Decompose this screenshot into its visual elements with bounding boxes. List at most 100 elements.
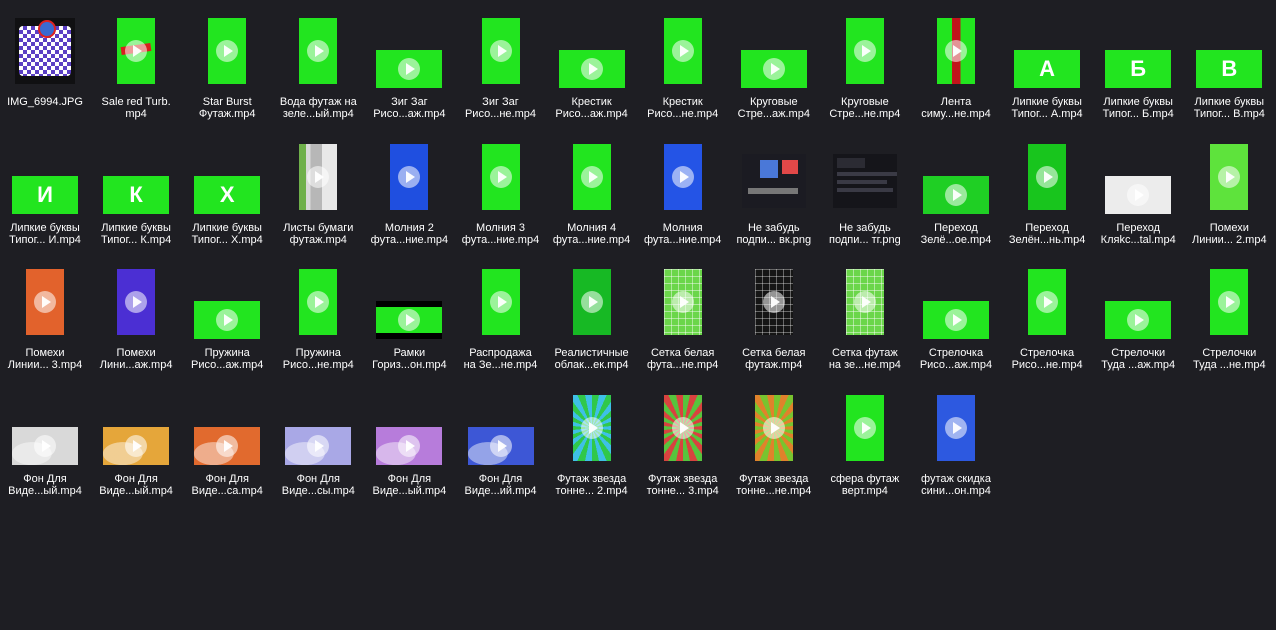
file-item[interactable]: Помехи Линии... 3.mp4 (2, 255, 88, 373)
file-name-line2: Туда ...аж.mp4 (1101, 359, 1176, 371)
file-name-line1: Стрелочки (1111, 347, 1166, 359)
play-icon (489, 40, 512, 62)
file-item[interactable]: Стрелочка Рисо...не.mp4 (1004, 255, 1090, 373)
play-icon (216, 40, 239, 62)
file-item[interactable]: В Липкие буквы Типог... В.mp4 (1186, 4, 1272, 122)
thumbnail-area (822, 144, 908, 218)
file-thumbnail (1028, 143, 1067, 210)
file-item[interactable]: Фон Для Виде...са.mp4 (184, 381, 270, 499)
file-name-line1: Пружина (295, 347, 341, 359)
thumbnail-area (2, 395, 88, 469)
file-item[interactable]: Фон Для Виде...сы.mp4 (275, 381, 361, 499)
file-item[interactable]: Переход Кляkc...tal.mp4 (1095, 130, 1181, 248)
file-name: Реалистичные облак...ек.mp4 (545, 347, 639, 371)
play-icon (307, 434, 330, 457)
file-item[interactable]: Зиг Заг Рисо...не.mp4 (458, 4, 544, 122)
file-item[interactable]: Зиг Заг Рисо...аж.mp4 (366, 4, 452, 122)
file-item[interactable]: футаж скидка сини...он.mp4 (913, 381, 999, 499)
play-icon (34, 291, 56, 313)
file-item[interactable]: Крестик Рисо...не.mp4 (640, 4, 726, 122)
file-thumbnail (754, 269, 793, 335)
file-name: Лента симу...не.mp4 (909, 96, 1003, 120)
file-item[interactable]: Не забудь подпи... вк.png (731, 130, 817, 248)
file-name-line1: Помехи (116, 347, 156, 359)
thumbnail-area (913, 394, 999, 469)
file-item[interactable]: Помехи Линии... 2.mp4 (1186, 130, 1272, 248)
file-thumbnail (1105, 301, 1172, 339)
file-thumbnail (923, 175, 989, 214)
file-name-line1: Фон Для (205, 472, 249, 485)
file-item[interactable]: Вода футаж на зеле...ый.mp4 (275, 4, 361, 122)
file-item[interactable]: Рамки Гориз...он.mp4 (366, 255, 452, 373)
file-item[interactable]: Стрелочки Туда ...аж.mp4 (1095, 255, 1181, 373)
file-item[interactable]: Круговые Стре...не.mp4 (822, 4, 908, 122)
file-item[interactable]: Крестик Рисо...аж.mp4 (549, 4, 635, 122)
file-item[interactable]: Лента симу...не.mp4 (913, 4, 999, 122)
file-item[interactable]: Футаж звезда тонне...не.mp4 (731, 381, 817, 499)
file-name-line2: Рисо...не.mp4 (647, 108, 719, 120)
thumbnail-area (184, 18, 270, 92)
play-icon (671, 291, 694, 313)
file-item[interactable]: Круговые Стре...аж.mp4 (731, 4, 817, 122)
file-item[interactable]: Переход Зелён...нь.mp4 (1004, 130, 1090, 248)
file-name: Переход Зелё...ое.mp4 (909, 222, 1003, 246)
file-item[interactable]: Реалистичные облак...ек.mp4 (549, 255, 635, 373)
play-icon (945, 416, 967, 439)
file-name: Молния фута...ние.mp4 (636, 222, 730, 246)
file-item[interactable]: Фон Для Виде...ый.mp4 (2, 381, 88, 499)
letter-glyph: А (1039, 56, 1056, 81)
file-item[interactable]: Х Липкие буквы Типог... Х.mp4 (184, 130, 270, 248)
file-item[interactable]: Молния фута...ние.mp4 (640, 130, 726, 248)
file-item[interactable]: Пружина Рисо...аж.mp4 (184, 255, 270, 373)
file-name-line2: Лини...аж.mp4 (99, 359, 173, 371)
file-item[interactable]: Распродажа на Зе...не.mp4 (458, 255, 544, 373)
file-name-line2: Виде...сы.mp4 (281, 484, 355, 497)
file-item[interactable]: Фон Для Виде...ый.mp4 (93, 381, 179, 499)
file-item[interactable]: сфера футаж верт.mp4 (822, 381, 908, 499)
file-item[interactable]: Б Липкие буквы Типог... Б.mp4 (1095, 4, 1181, 122)
play-icon (580, 58, 603, 80)
file-name-line1: Липкие буквы (1012, 96, 1082, 108)
file-item[interactable]: Листы бумаги футаж.mp4 (275, 130, 361, 248)
file-item[interactable]: Sale red Turb. mp4 (93, 4, 179, 122)
file-item[interactable]: Пружина Рисо...не.mp4 (275, 255, 361, 373)
thumbnail-area (275, 395, 361, 469)
file-item[interactable]: Футаж звезда тонне... 2.mp4 (549, 381, 635, 499)
file-item[interactable]: Star Burst Футаж.mp4 (184, 4, 270, 122)
file-item[interactable]: Сетка футаж на зе...не.mp4 (822, 255, 908, 373)
file-item[interactable]: Стрелочки Туда ...не.mp4 (1186, 255, 1272, 373)
file-name: Вода футаж на зеле...ый.mp4 (271, 96, 365, 120)
file-item[interactable]: Молния 3 фута...ние.mp4 (458, 130, 544, 248)
play-icon (398, 58, 421, 80)
file-item[interactable]: Молния 4 фута...ние.mp4 (549, 130, 635, 248)
file-item[interactable]: Помехи Лини...аж.mp4 (93, 255, 179, 373)
file-name-line1: Распродажа (469, 347, 532, 359)
file-thumbnail: А (1014, 50, 1081, 88)
file-name: Переход Зелён...нь.mp4 (1000, 222, 1094, 246)
file-item[interactable]: К Липкие буквы Типог... К.mp4 (93, 130, 179, 248)
file-item[interactable]: Не забудь подпи... тг.png (822, 130, 908, 248)
file-name-line1: Молния 4 (567, 221, 617, 234)
file-item[interactable]: Молния 2 фута...ние.mp4 (366, 130, 452, 248)
file-item[interactable]: Сетка белая фута...не.mp4 (640, 255, 726, 373)
file-item[interactable]: И Липкие буквы Типог... И.mp4 (2, 130, 88, 248)
file-item[interactable]: Фон Для Виде...ый.mp4 (366, 381, 452, 499)
file-item[interactable]: Сетка белая футаж.mp4 (731, 255, 817, 373)
file-item[interactable]: IMG_6994.JPG (2, 4, 88, 122)
file-thumbnail (299, 18, 338, 84)
file-item[interactable]: Стрелочка Рисо...аж.mp4 (913, 255, 999, 373)
file-name-line1: Липкие буквы (10, 221, 80, 234)
file-thumbnail (194, 301, 261, 339)
file-item[interactable]: А Липкие буквы Типог... А.mp4 (1004, 4, 1090, 122)
file-name-line2: Линии... 3.mp4 (7, 359, 83, 371)
file-name: Липкие буквы Типог... К.mp4 (89, 222, 183, 246)
file-name: Липкие буквы Типог... И.mp4 (0, 222, 92, 246)
file-item[interactable]: Переход Зелё...ое.mp4 (913, 130, 999, 248)
thumbnail-area (822, 394, 908, 469)
file-name: Сетка белая фута...не.mp4 (636, 347, 730, 371)
file-name-line1: Переход (934, 221, 978, 234)
file-name-line2: фута...ние.mp4 (370, 233, 449, 246)
file-name-line1: Помехи (25, 347, 65, 359)
file-item[interactable]: Фон Для Виде...ий.mp4 (458, 381, 544, 499)
file-item[interactable]: Футаж звезда тонне... 3.mp4 (640, 381, 726, 499)
